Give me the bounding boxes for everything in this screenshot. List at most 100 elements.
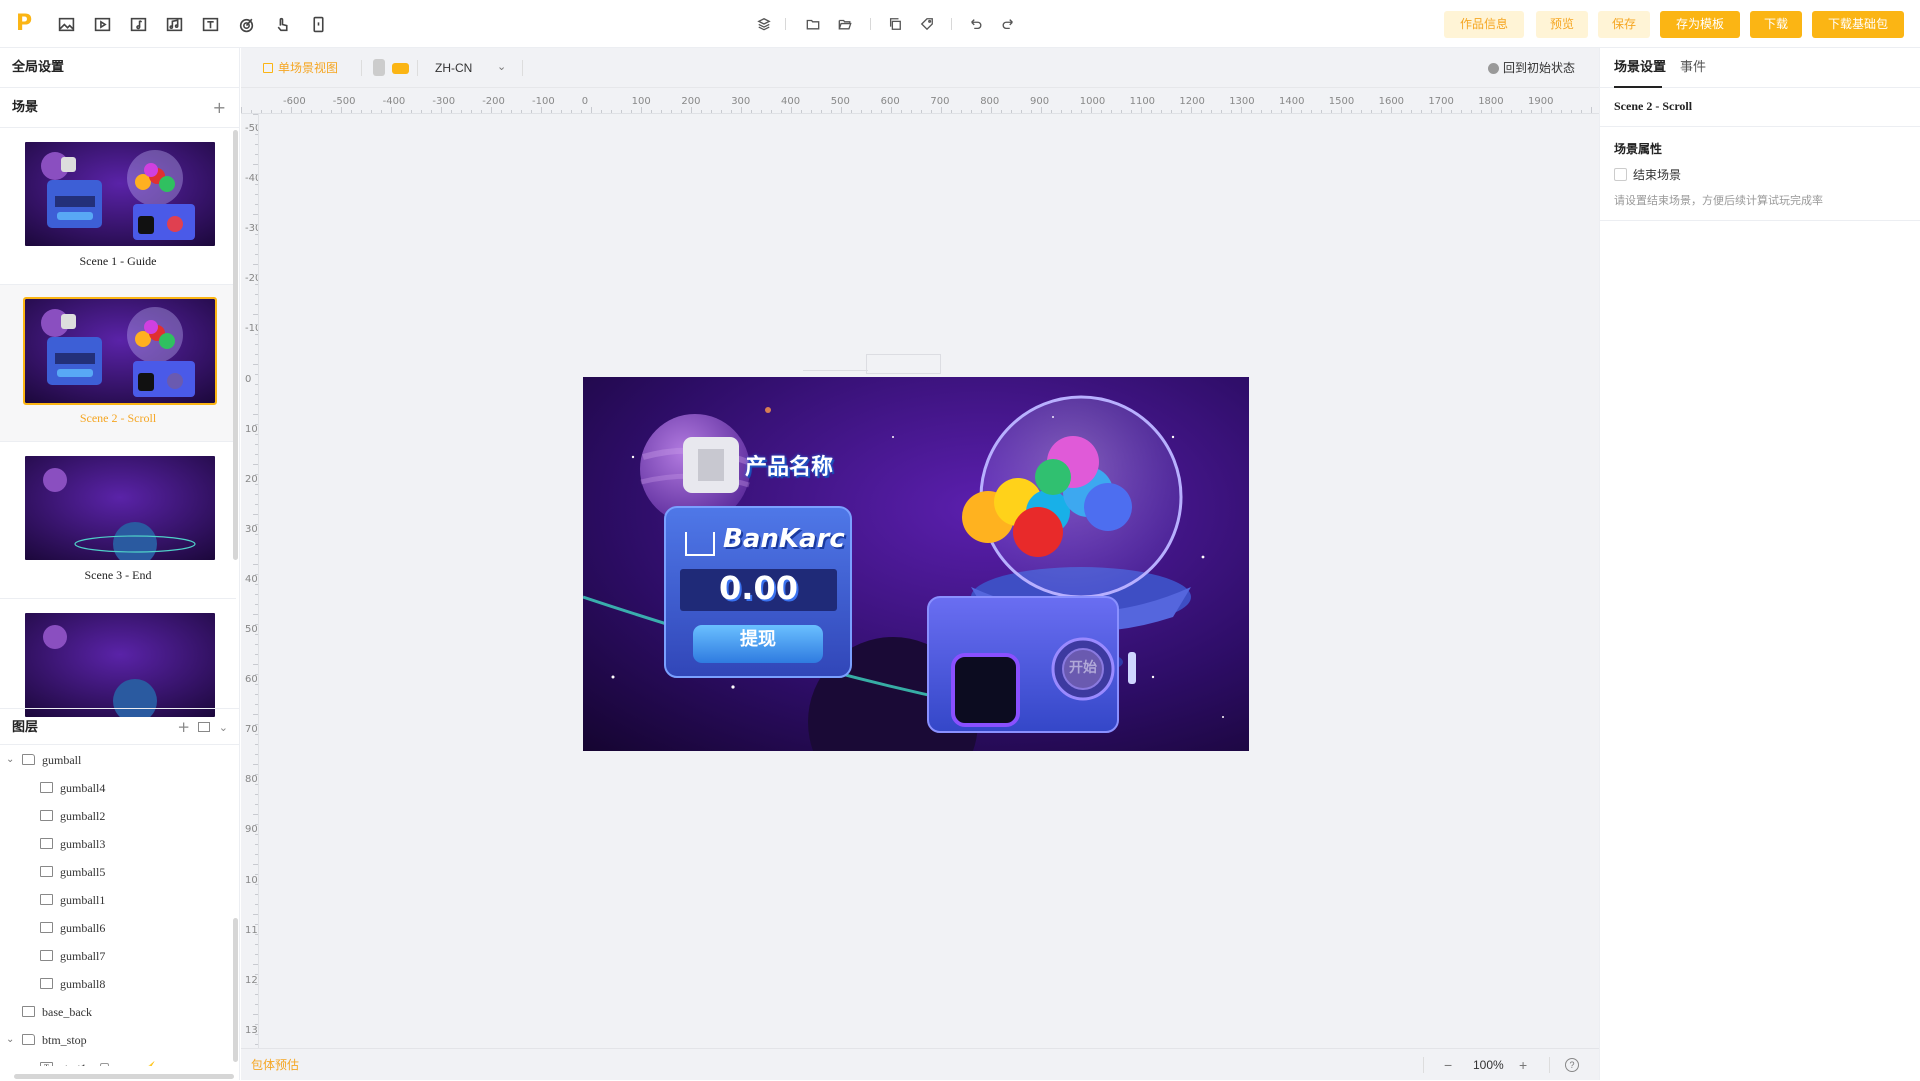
scene-thumbnail — [25, 456, 215, 560]
end-scene-label: 结束场景 — [1633, 168, 1682, 182]
size-estimate-link[interactable]: 包体预估 — [251, 1049, 299, 1081]
balance-value: 0.00 — [719, 569, 798, 607]
scene-thumbnail — [23, 297, 217, 405]
ruler-tick-label: -100 — [245, 323, 258, 335]
work-info-button[interactable]: 作品信息 — [1444, 11, 1524, 38]
scenes-header: 场景 + — [0, 88, 240, 128]
ruler-tick-label: 100 — [631, 96, 651, 107]
add-scene-icon[interactable]: + — [213, 88, 226, 128]
collapse-icon[interactable]: ⌄ — [219, 709, 228, 746]
end-scene-checkbox[interactable] — [1614, 168, 1627, 181]
ruler-tick-label: 1200 — [1179, 96, 1205, 107]
scene-stage[interactable]: 产品名称 BanKarc 0.00 提现 开始 — [583, 377, 1249, 751]
layer-list: ⌄ gumball gumball4 gumball2 gumball3 gumb… — [0, 746, 236, 1066]
ruler-tick-label: 600 — [880, 96, 900, 107]
undo-icon[interactable] — [968, 16, 984, 32]
download-button[interactable]: 下载 — [1750, 11, 1802, 38]
video-icon[interactable] — [92, 14, 112, 34]
ruler-tick-label: 900 — [1030, 96, 1050, 107]
zoom-in-button[interactable]: + — [1519, 1049, 1527, 1081]
layers-header: 图层 + ⌄ — [0, 708, 240, 745]
tag-icon[interactable] — [919, 16, 935, 32]
scene-card-1[interactable]: Scene 1 - Guide — [0, 128, 236, 285]
end-scene-hint: 请设置结束场景，方便后续计算试玩完成率 — [1614, 194, 1823, 207]
folder-open-icon[interactable] — [837, 16, 853, 32]
download-base-button[interactable]: 下载基础包 — [1812, 11, 1904, 38]
scene-thumbnail — [25, 142, 215, 246]
language-select[interactable]: ZH-CN — [435, 48, 472, 88]
layer-item[interactable]: ⌄ btm_stop — [0, 1026, 236, 1054]
vertical-ruler: -500-400-300-200-10001002003004005006007… — [241, 114, 259, 1048]
save-template-button[interactable]: 存为模板 — [1660, 11, 1740, 38]
reset-state-button[interactable]: 回到初始状态 — [1503, 48, 1575, 88]
landscape-toggle[interactable] — [392, 63, 409, 74]
music-icon[interactable] — [164, 14, 184, 34]
add-layer-icon[interactable]: + — [177, 709, 190, 746]
lock-icon[interactable] — [100, 1063, 109, 1066]
save-button[interactable]: 保存 — [1598, 11, 1650, 38]
layer-item[interactable]: gumball1 — [0, 886, 236, 914]
start-button[interactable]: 开始 — [1063, 657, 1103, 677]
layer-item[interactable]: gumball8 — [0, 970, 236, 998]
add-group-icon[interactable] — [198, 722, 210, 732]
scene-scrollbar[interactable] — [233, 130, 238, 560]
hand-pointer-icon[interactable] — [272, 14, 292, 34]
layer-item[interactable]: Tstart1 ⌄ ⚡ — [0, 1054, 236, 1066]
music-note-icon[interactable] — [128, 14, 148, 34]
ruler-tick-label: 1300 — [1229, 96, 1255, 107]
scene-card-2[interactable]: Scene 2 - Scroll — [0, 285, 236, 442]
ruler-tick-label: 500 — [830, 96, 850, 107]
image-icon[interactable] — [56, 14, 76, 34]
reset-icon — [1488, 63, 1499, 74]
preview-button[interactable]: 预览 — [1536, 11, 1588, 38]
ruler-tick-label: 100 — [245, 423, 258, 435]
portrait-toggle[interactable] — [373, 59, 385, 76]
scene-card-3[interactable]: Scene 3 - End — [0, 442, 236, 599]
zoom-level: 100% — [1473, 1058, 1504, 1072]
stage-artwork — [583, 377, 1249, 751]
eye-icon[interactable]: ⌄ — [118, 1054, 127, 1066]
canvas-toolbar: 单场景视图 ZH-CN ⌄ 回到初始状态 — [241, 48, 1599, 88]
redo-icon[interactable] — [1000, 16, 1016, 32]
app-logo: P — [16, 11, 33, 36]
copy-icon[interactable] — [887, 16, 903, 32]
layer-item[interactable]: gumball4 — [0, 774, 236, 802]
phone-icon[interactable] — [308, 14, 328, 34]
chevron-down-icon[interactable]: ⌄ — [497, 48, 506, 86]
layer-item[interactable]: base_back — [0, 998, 236, 1026]
ruler-tick-label: 800 — [980, 96, 1000, 107]
layer-hscrollbar[interactable] — [14, 1074, 234, 1079]
guide-box — [866, 354, 941, 374]
left-panel: 全局设置 场景 + Scene 1 - Guide Scene 2 - Scro… — [0, 48, 240, 1080]
layer-item[interactable]: ⌄ gumball — [0, 746, 236, 774]
horizontal-ruler: -600 -500 -400 -300 -200 -100 0 100 200 300 400 500… — [241, 88, 1599, 114]
zoom-out-button[interactable]: − — [1444, 1049, 1452, 1081]
global-settings-header[interactable]: 全局设置 — [0, 48, 240, 88]
text-icon[interactable] — [200, 14, 220, 34]
ruler-tick-label: 1700 — [1428, 96, 1454, 107]
layer-item[interactable]: gumball3 — [0, 830, 236, 858]
scene-name: Scene 2 - Scroll — [1614, 99, 1693, 113]
layers-icon[interactable] — [756, 16, 772, 32]
target-icon[interactable] — [236, 14, 256, 34]
layer-item[interactable]: gumball2 — [0, 802, 236, 830]
right-panel: 场景设置 事件 Scene 2 - Scroll 场景属性 结束场景 请设置结束… — [1599, 48, 1920, 1080]
lightning-icon[interactable]: ⚡ — [143, 1054, 158, 1066]
single-view-icon — [263, 63, 273, 73]
layer-item[interactable]: gumball6 — [0, 914, 236, 942]
layer-item[interactable]: gumball7 — [0, 942, 236, 970]
withdraw-button[interactable]: 提现 — [693, 625, 823, 663]
tab-scene-settings[interactable]: 场景设置 — [1614, 48, 1666, 88]
product-name-text: 产品名称 — [745, 455, 834, 480]
ruler-tick-label: 200 — [681, 96, 701, 107]
ruler-tick-label: -500 — [332, 96, 356, 107]
bank-icon — [685, 532, 715, 556]
global-settings-label: 全局设置 — [12, 60, 65, 75]
ruler-tick-label: 1600 — [1378, 96, 1405, 107]
single-view-toggle[interactable]: 单场景视图 — [278, 48, 338, 88]
tab-events[interactable]: 事件 — [1680, 48, 1706, 88]
help-icon[interactable]: ? — [1565, 1058, 1579, 1072]
layer-scrollbar[interactable] — [233, 918, 238, 1062]
folder-icon[interactable] — [805, 16, 821, 32]
layer-item[interactable]: gumball5 — [0, 858, 236, 886]
